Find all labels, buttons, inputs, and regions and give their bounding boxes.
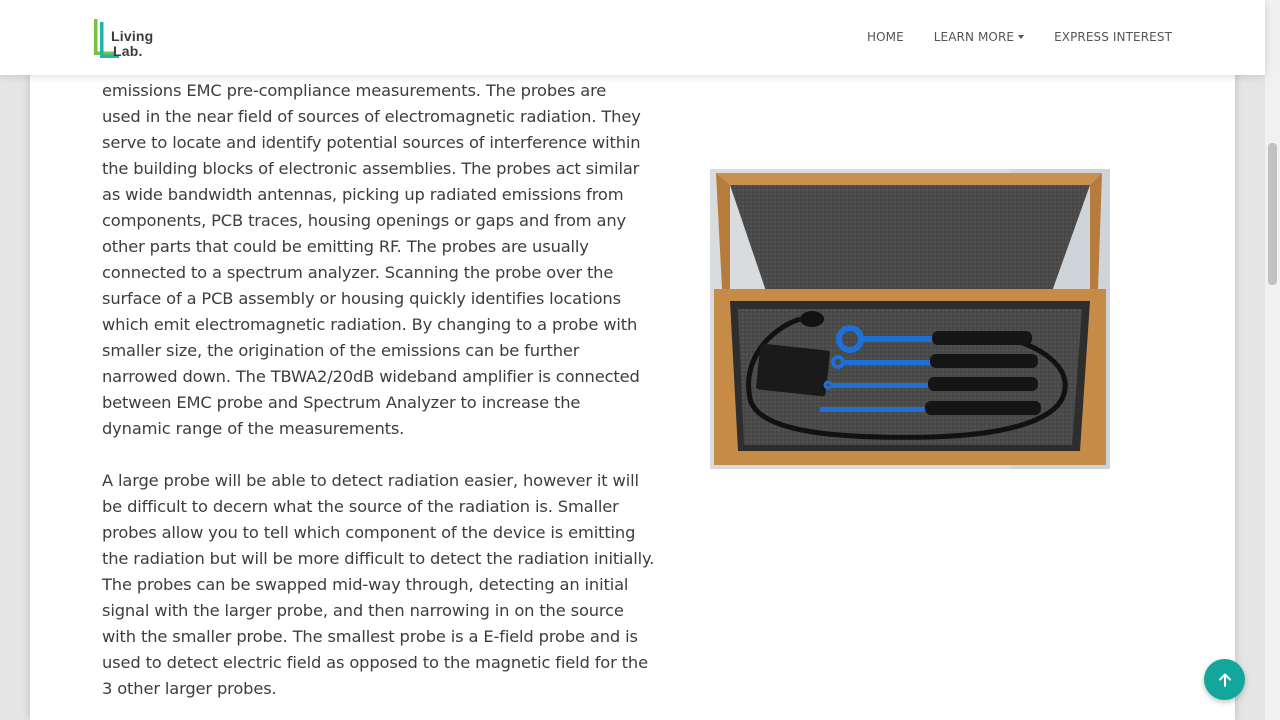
- paragraph-line: surface of a PCB assembly or housing qui…: [102, 289, 621, 308]
- paragraph-line: emissions EMC pre-compliance measurement…: [102, 81, 607, 100]
- logo-wordmark: Living Lab.: [111, 29, 153, 59]
- paragraph-line: connected to a spectrum analyzer. Scanni…: [102, 263, 614, 282]
- paragraph-line: dynamic range of the measurements.: [102, 419, 405, 438]
- paragraph-line: components, PCB traces, housing openings…: [102, 211, 627, 230]
- paragraph-line: smaller size, the origination of the emi…: [102, 341, 580, 360]
- scrollbar-thumb[interactable]: [1268, 143, 1277, 285]
- nav-learn-more-label: LEARN MORE: [933, 30, 1015, 44]
- logo-text-living: Living: [111, 28, 154, 44]
- paragraph-line: with the smaller probe. The smallest pro…: [102, 627, 638, 646]
- paragraph-line: signal with the larger probe, and then n…: [102, 601, 624, 620]
- paragraph-line: 3 other larger probes.: [102, 679, 277, 698]
- paragraph-line: A large probe will be able to detect rad…: [102, 471, 639, 490]
- paragraph-line: between EMC probe and Spectrum Analyzer …: [102, 393, 581, 412]
- back-to-top-button[interactable]: [1204, 659, 1245, 700]
- paragraph-line: used in the near field of sources of ele…: [102, 107, 641, 126]
- paragraph-probe-sizes: A large probe will be able to detect rad…: [102, 468, 655, 702]
- main-nav: HOME LEARN MORE EXPRESS INTEREST: [837, 30, 1172, 44]
- paragraph-line: used to detect electric field as opposed…: [102, 653, 648, 672]
- nav-home[interactable]: HOME: [867, 30, 904, 44]
- paragraph-emc-probes: emissions EMC pre-compliance measurement…: [102, 78, 641, 442]
- site-logo[interactable]: Living Lab.: [93, 17, 163, 59]
- paragraph-line: as wide bandwidth antennas, picking up r…: [102, 185, 624, 204]
- caret-down-icon: [1018, 35, 1025, 39]
- paragraph-line: The probes can be swapped mid-way throug…: [102, 575, 629, 594]
- nav-express-interest-label: EXPRESS INTEREST: [1054, 30, 1172, 44]
- page-scrollbar[interactable]: [1265, 0, 1280, 720]
- nav-learn-more[interactable]: LEARN MORE: [933, 30, 1025, 44]
- paragraph-line: the building blocks of electronic assemb…: [102, 159, 640, 178]
- emc-probe-kit-photo: [710, 169, 1110, 469]
- paragraph-line: probes allow you to tell which component…: [102, 523, 636, 542]
- nav-home-label: HOME: [866, 30, 904, 44]
- paragraph-line: which emit electromagnetic radiation. By…: [102, 315, 638, 334]
- paragraph-line: the radiation but will be more difficult…: [102, 549, 655, 568]
- paragraph-line: serve to locate and identify potential s…: [102, 133, 641, 152]
- navbar: Living Lab. HOME LEARN MORE EXPRESS INTE…: [0, 0, 1265, 75]
- paragraph-line: other parts that could be emitting RF. T…: [102, 237, 589, 256]
- paragraph-line: be difficult to decern what the source o…: [102, 497, 619, 516]
- logo-text-lab: Lab.: [113, 43, 143, 59]
- paragraph-line: narrowed down. The TBWA2/20dB wideband a…: [102, 367, 640, 386]
- arrow-up-icon: [1218, 673, 1231, 687]
- nav-express-interest[interactable]: EXPRESS INTEREST: [1054, 30, 1172, 44]
